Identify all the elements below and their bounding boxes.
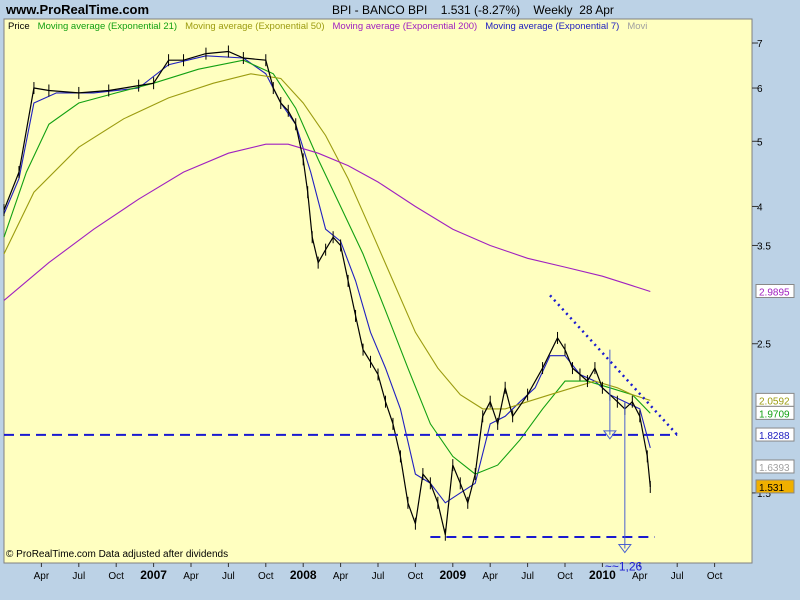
y-tick-label-1: 6 xyxy=(757,84,763,95)
legend-entry-1: Moving average (Exponential 21) xyxy=(38,21,177,32)
x-tick-label-14: Oct xyxy=(557,571,573,582)
x-tick-label-3: 2007 xyxy=(140,568,167,582)
x-tick-label-4: Apr xyxy=(183,571,199,582)
x-tick-label-18: Oct xyxy=(707,571,723,582)
annotation-target: ~~1,26 xyxy=(605,560,643,574)
x-tick-label-7: 2008 xyxy=(290,568,317,582)
x-tick-label-2: Oct xyxy=(108,571,124,582)
x-tick-label-8: Apr xyxy=(333,571,349,582)
x-tick-label-5: Jul xyxy=(222,571,235,582)
x-tick-label-9: Jul xyxy=(372,571,385,582)
x-tick-label-11: 2009 xyxy=(439,568,466,582)
x-tick-label-6: Oct xyxy=(258,571,274,582)
x-tick-label-10: Oct xyxy=(408,571,424,582)
price-tag-2: 1.9709 xyxy=(759,409,790,420)
y-tick-label-3: 4 xyxy=(757,202,763,213)
y-tick-label-4: 3.5 xyxy=(757,241,771,252)
x-tick-label-12: Apr xyxy=(482,571,498,582)
legend-entry-3: Moving average (Exponential 200) xyxy=(333,21,478,32)
price-tag-3: 1.8288 xyxy=(759,431,790,442)
legend-entry-4: Moving average (Exponential 7) xyxy=(485,21,619,32)
footer-note: © ProRealTime.com Data adjusted after di… xyxy=(6,549,228,560)
price-tag-1: 2.0592 xyxy=(759,396,790,407)
x-tick-label-17: Jul xyxy=(671,571,684,582)
x-tick-label-13: Jul xyxy=(521,571,534,582)
x-tick-label-1: Jul xyxy=(72,571,85,582)
price-tag-5: 1.531 xyxy=(759,483,784,494)
price-tag-4: 1.6393 xyxy=(759,463,790,474)
price-chart[interactable]: Price Moving average (Exponential 21) Movi… xyxy=(0,0,800,600)
price-tag-0: 2.9895 xyxy=(759,288,790,299)
x-tick-label-0: Apr xyxy=(34,571,50,582)
y-tick-label-5: 2.5 xyxy=(757,340,771,351)
y-tick-label-2: 5 xyxy=(757,137,763,148)
legend-entry-5: Movi xyxy=(627,21,647,32)
legend-entry-0: Price xyxy=(8,21,30,32)
legend-entry-2: Moving average (Exponential 50) xyxy=(185,21,324,32)
y-tick-label-0: 7 xyxy=(757,39,763,50)
